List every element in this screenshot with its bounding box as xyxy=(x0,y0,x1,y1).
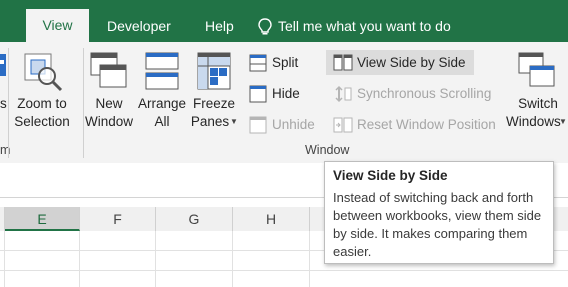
freeze-panes-label-2: Panes xyxy=(190,114,230,129)
new-window-label-1: New xyxy=(95,96,123,111)
partial-button-icon[interactable] xyxy=(0,50,6,80)
hide-label: Hide xyxy=(272,86,300,101)
column-header-h[interactable]: H xyxy=(233,207,310,231)
switch-windows-button[interactable]: Switch Windows ▼ xyxy=(504,48,568,132)
grid-line xyxy=(309,231,310,287)
column-header-g[interactable]: G xyxy=(156,207,233,231)
new-window-button[interactable]: New Window xyxy=(85,48,133,132)
ribbon-tab-strip: View Developer Help Tell me what you wan… xyxy=(0,0,568,42)
window-group-label: Window xyxy=(305,143,350,157)
zoom-to-selection-label-1: Zoom to xyxy=(17,96,67,111)
tab-view[interactable]: View xyxy=(26,9,89,42)
tab-help[interactable]: Help xyxy=(205,10,234,42)
split-label: Split xyxy=(272,55,299,70)
synchronous-scrolling-label: Synchronous Scrolling xyxy=(357,86,492,101)
group-separator xyxy=(8,48,9,158)
column-header-e[interactable]: E xyxy=(5,207,80,231)
synchronous-scrolling-button[interactable]: Synchronous Scrolling xyxy=(326,83,496,105)
switch-windows-label-2: Windows xyxy=(506,114,561,129)
switch-windows-label-1: Switch xyxy=(518,96,558,111)
freeze-panes-button[interactable]: Freeze Panes ▼ xyxy=(190,48,238,132)
split-button[interactable]: Split xyxy=(246,52,306,74)
arrange-all-label-1: Arrange xyxy=(137,96,187,111)
reset-window-position-button[interactable]: Reset Window Position xyxy=(326,114,498,136)
ribbon: s m Zoom to Selection New Window Arrange… xyxy=(0,42,568,164)
tooltip-title: View Side by Side xyxy=(333,168,448,183)
unhide-label: Unhide xyxy=(272,117,315,132)
view-side-by-side-icon xyxy=(333,54,353,71)
arrange-all-button[interactable]: Arrange All xyxy=(137,48,187,132)
grid-line xyxy=(155,231,156,287)
chevron-down-icon: ▼ xyxy=(230,117,238,126)
grid-line xyxy=(232,231,233,287)
zoom-to-selection-button[interactable]: Zoom to Selection xyxy=(12,48,72,132)
grid-line xyxy=(4,231,5,287)
new-window-icon xyxy=(90,52,127,88)
partial-label: s xyxy=(0,96,7,111)
view-side-by-side-tooltip: View Side by Side Instead of switching b… xyxy=(324,161,554,264)
lightbulb-icon xyxy=(258,18,272,35)
unhide-icon xyxy=(249,116,267,134)
group-separator xyxy=(83,48,84,158)
freeze-panes-label-1: Freeze xyxy=(192,96,236,111)
reset-window-position-label: Reset Window Position xyxy=(357,117,496,132)
hide-icon xyxy=(249,85,267,103)
arrange-all-icon xyxy=(145,52,179,90)
synchronous-scrolling-icon xyxy=(335,85,352,103)
split-icon xyxy=(249,54,267,72)
view-side-by-side-button[interactable]: View Side by Side xyxy=(326,50,474,75)
arrange-all-label-2: All xyxy=(154,114,170,129)
freeze-panes-icon xyxy=(197,52,231,90)
zoom-to-selection-icon xyxy=(24,53,63,92)
switch-windows-icon xyxy=(518,52,555,87)
tab-developer[interactable]: Developer xyxy=(107,10,171,42)
grid-line xyxy=(79,231,80,287)
tooltip-body: Instead of switching back and forth betw… xyxy=(333,190,542,259)
reset-window-position-icon xyxy=(333,117,353,133)
view-side-by-side-label: View Side by Side xyxy=(357,55,466,70)
zoom-to-selection-label-2: Selection xyxy=(14,114,70,129)
chevron-down-icon: ▼ xyxy=(559,117,567,126)
hide-button[interactable]: Hide xyxy=(246,83,306,105)
column-header-f[interactable]: F xyxy=(80,207,156,231)
new-window-label-2: Window xyxy=(84,114,133,129)
unhide-button[interactable]: Unhide xyxy=(246,114,318,136)
tell-me-placeholder[interactable]: Tell me what you want to do xyxy=(278,10,451,42)
grid-line xyxy=(0,270,568,271)
